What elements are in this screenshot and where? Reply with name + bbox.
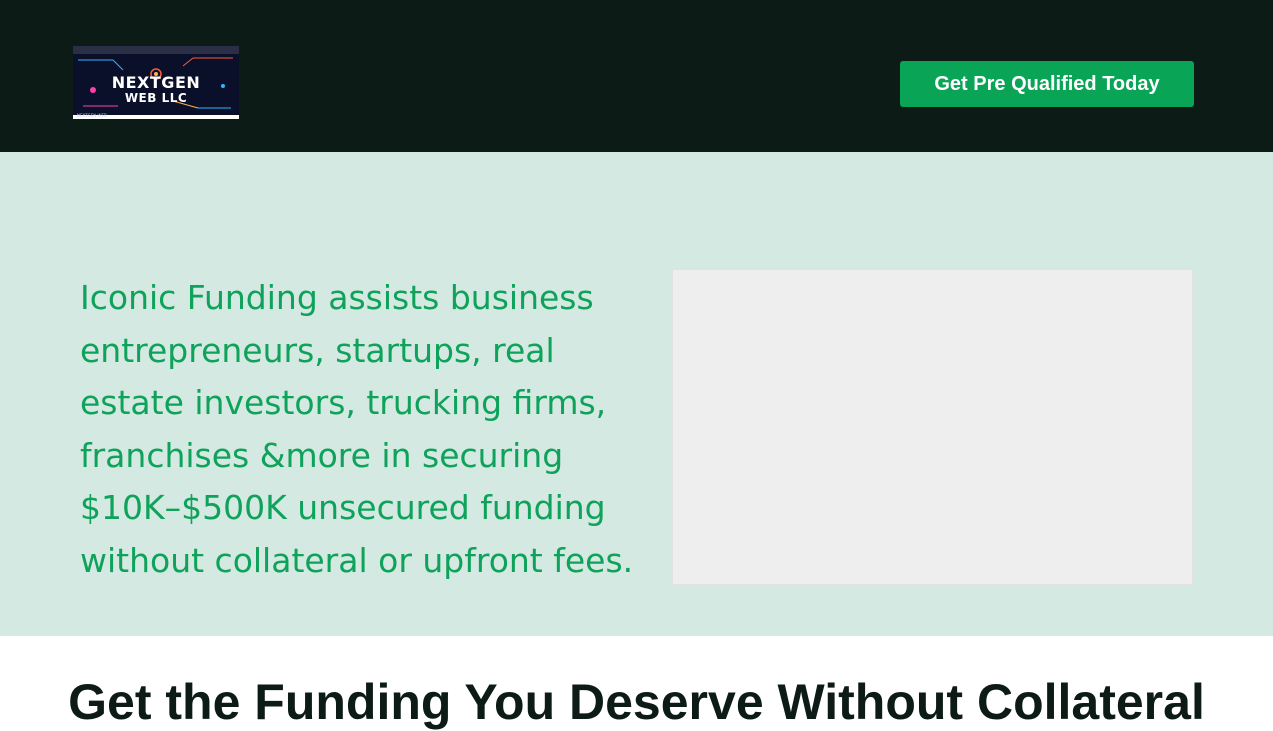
logo-line2: WEB LLC	[124, 91, 188, 105]
get-pre-qualified-button[interactable]: Get Pre Qualified Today	[900, 61, 1194, 107]
logo-tagline: NEXTGEN WEB	[77, 113, 107, 118]
site-header: NEXTGEN WEB LLC NEXTGEN WEB Get Pre Qual…	[0, 0, 1273, 152]
nextgen-web-logo[interactable]: NEXTGEN WEB LLC NEXTGEN WEB	[73, 46, 239, 119]
logo-line1: NEXTGEN	[111, 73, 201, 92]
hero-description: Iconic Funding assists business entrepre…	[80, 278, 634, 580]
hero-section: Iconic Funding assists business entrepre…	[0, 152, 1273, 636]
hero-media-placeholder[interactable]	[672, 269, 1193, 585]
section-title: Get the Funding You Deserve Without Coll…	[68, 674, 1205, 730]
